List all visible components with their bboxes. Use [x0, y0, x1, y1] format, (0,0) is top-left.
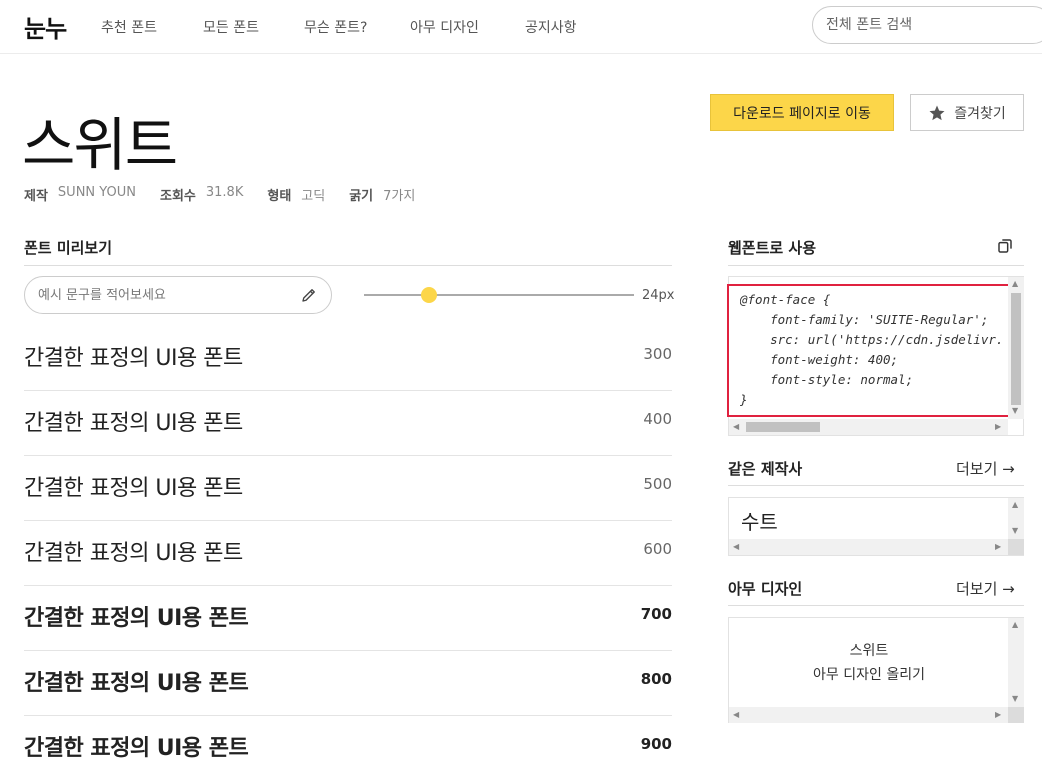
divider — [728, 265, 1024, 266]
scrollbar-corner — [1008, 707, 1024, 723]
sample-row: 간결한 표정의 UI용 폰트 800 — [24, 651, 672, 716]
meta-key-weights: 굵기 — [349, 189, 374, 204]
sample-weight: 400 — [643, 410, 672, 428]
nav-item-notice[interactable]: 공지사항 — [525, 17, 577, 37]
copy-icon[interactable] — [997, 238, 1013, 254]
any-design-more-link[interactable]: 더보기 → — [956, 578, 1015, 599]
site-logo[interactable]: 눈누 — [24, 9, 67, 44]
favorite-button[interactable]: 즐겨찾기 — [910, 94, 1024, 131]
meta-key-maker: 제작 — [24, 189, 48, 204]
font-meta: 제작 SUNN YOUN 조회수 31.8K 형태 고딕 굵기 7가지 — [24, 185, 439, 204]
same-maker-title: 같은 제작사 — [728, 460, 803, 478]
meta-value-style: 고딕 — [301, 189, 326, 204]
highlight-box — [727, 284, 1012, 417]
font-size-slider[interactable] — [364, 294, 634, 296]
scroll-left-icon[interactable]: ◀ — [733, 423, 739, 431]
scroll-left-icon[interactable]: ◀ — [733, 543, 739, 551]
pencil-icon[interactable] — [300, 286, 318, 304]
nav-item-recommended[interactable]: 추천 폰트 — [101, 17, 157, 37]
meta-key-style: 형태 — [267, 189, 292, 204]
sample-text: 간결한 표정의 UI용 폰트 — [24, 411, 243, 436]
font-size-value: 24px — [642, 288, 675, 303]
divider — [728, 605, 1024, 606]
nav-item-all-fonts[interactable]: 모든 폰트 — [203, 17, 259, 37]
star-icon — [929, 105, 945, 120]
scrollbar-thumb[interactable] — [1011, 293, 1021, 405]
design-horizontal-scrollbar[interactable]: ◀ ▶ — [729, 707, 1008, 723]
code-horizontal-scrollbar[interactable]: ◀ ▶ — [729, 419, 1008, 435]
preview-section-title: 폰트 미리보기 — [24, 239, 113, 257]
any-design-title: 아무 디자인 — [728, 580, 803, 598]
scroll-left-icon[interactable]: ◀ — [733, 711, 739, 719]
preview-text-input[interactable] — [24, 276, 332, 314]
sample-row: 간결한 표정의 UI용 폰트 500 — [24, 456, 672, 521]
meta-value-views: 31.8K — [205, 185, 244, 200]
maker-horizontal-scrollbar[interactable]: ◀ ▶ — [729, 539, 1008, 555]
same-maker-item[interactable]: 수트 — [741, 506, 778, 535]
search-input[interactable] — [812, 6, 1042, 44]
nav-item-which-font[interactable]: 무슨 폰트? — [304, 17, 367, 37]
sample-row: 간결한 표정의 UI용 폰트 900 — [24, 716, 672, 779]
sample-text: 간결한 표정의 UI용 폰트 — [24, 541, 243, 566]
scroll-down-icon[interactable]: ▼ — [1012, 527, 1018, 535]
scroll-down-icon[interactable]: ▼ — [1012, 407, 1018, 415]
sample-row: 간결한 표정의 UI용 폰트 400 — [24, 391, 672, 456]
upload-design-link[interactable]: 아무 디자인 올리기 — [729, 664, 1009, 684]
scrollbar-corner — [1008, 539, 1024, 555]
favorite-label: 즐겨찾기 — [954, 105, 1006, 122]
scroll-right-icon[interactable]: ▶ — [995, 423, 1001, 431]
meta-value-maker[interactable]: SUNN YOUN — [58, 185, 136, 204]
scroll-down-icon[interactable]: ▼ — [1012, 695, 1018, 703]
webfont-section-title: 웹폰트로 사용 — [728, 239, 817, 257]
meta-key-views: 조회수 — [159, 189, 196, 204]
sample-row: 간결한 표정의 UI용 폰트 700 — [24, 586, 672, 651]
scroll-up-icon[interactable]: ▲ — [1012, 280, 1018, 288]
scroll-right-icon[interactable]: ▶ — [995, 543, 1001, 551]
nav-item-any-design[interactable]: 아무 디자인 — [410, 17, 479, 37]
font-title: 스위트 — [22, 111, 178, 179]
sample-weight: 700 — [640, 605, 672, 623]
meta-value-weights: 7가지 — [383, 189, 416, 204]
scroll-up-icon[interactable]: ▲ — [1012, 501, 1018, 509]
code-vertical-scrollbar[interactable]: ▲ ▼ — [1008, 277, 1024, 419]
font-size-slider-handle[interactable] — [420, 287, 437, 303]
sample-row: 간결한 표정의 UI용 폰트 600 — [24, 521, 672, 586]
sample-text: 간결한 표정의 UI용 폰트 — [24, 346, 243, 371]
scroll-right-icon[interactable]: ▶ — [995, 711, 1001, 719]
scrollbar-thumb[interactable] — [746, 422, 820, 432]
sample-row: 간결한 표정의 UI용 폰트 300 — [24, 326, 672, 391]
same-maker-more-link[interactable]: 더보기 → — [956, 458, 1015, 479]
sample-text: 간결한 표정의 UI용 폰트 — [24, 476, 243, 501]
sample-text: 간결한 표정의 UI용 폰트 — [24, 606, 249, 631]
download-page-button[interactable]: 다운로드 페이지로 이동 — [710, 94, 894, 131]
sample-weight: 300 — [643, 345, 672, 363]
divider — [728, 485, 1024, 486]
sample-weight: 600 — [643, 540, 672, 558]
maker-vertical-scrollbar[interactable]: ▲ ▼ — [1008, 498, 1024, 539]
sample-weight: 800 — [640, 670, 672, 688]
sample-weight: 500 — [643, 475, 672, 493]
any-design-font-name: 스위트 — [849, 643, 889, 659]
design-vertical-scrollbar[interactable]: ▲ ▼ — [1008, 618, 1024, 707]
sample-weight: 900 — [640, 735, 672, 753]
top-nav: 눈누 추천 폰트 모든 폰트 무슨 폰트? 아무 디자인 공지사항 — [0, 0, 1042, 54]
scroll-up-icon[interactable]: ▲ — [1012, 621, 1018, 629]
sample-text: 간결한 표정의 UI용 폰트 — [24, 736, 249, 761]
sample-text: 간결한 표정의 UI용 폰트 — [24, 671, 249, 696]
divider — [24, 265, 672, 266]
